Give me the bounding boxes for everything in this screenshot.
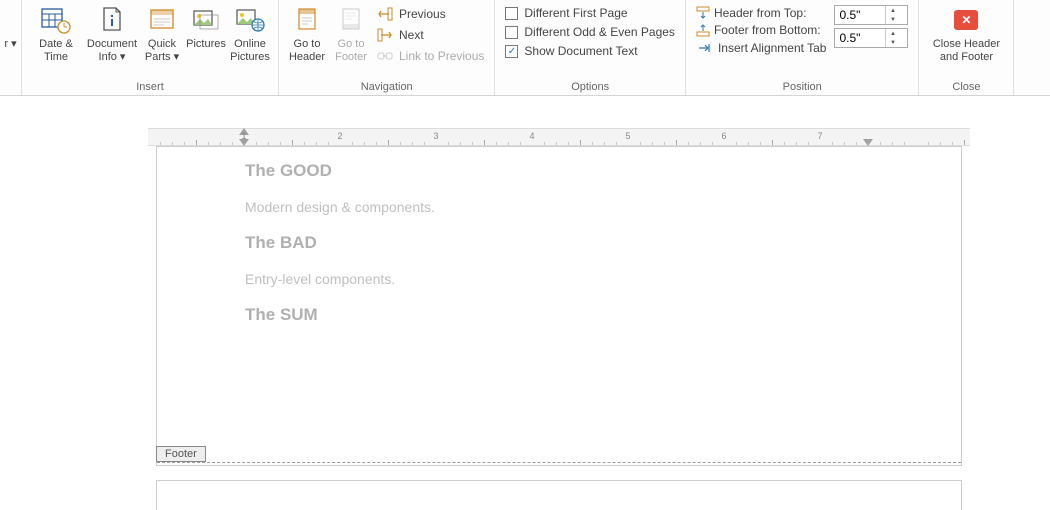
group-options: Different First Page Different Odd & Eve… <box>495 0 686 95</box>
spin-up-icon[interactable]: ▲ <box>886 29 899 38</box>
ruler-number: 2 <box>337 131 342 141</box>
document-workspace: 1 2 3 4 5 6 7 The GOOD Modern design & compone… <box>0 96 1050 510</box>
close-header-footer-label: Close Header and Footer <box>933 38 1000 64</box>
calendar-clock-icon <box>40 4 72 36</box>
different-odd-even-label: Different Odd & Even Pages <box>524 25 675 39</box>
document-info-label: Document Info ▾ <box>87 38 137 64</box>
goto-header-button[interactable]: Go to Header <box>285 2 329 66</box>
footer-spinner[interactable]: ▲ ▼ <box>834 28 908 48</box>
header-from-top-label: Header from Top: <box>714 6 807 20</box>
spin-up-icon[interactable]: ▲ <box>886 6 899 15</box>
link-icon <box>377 48 393 64</box>
header-position-icon <box>696 6 710 20</box>
group-insert: Date & Time Document Info ▾ <box>22 0 279 95</box>
next-page-top[interactable] <box>156 480 962 510</box>
footer-boundary <box>157 462 961 463</box>
ruler-number: 5 <box>625 131 630 141</box>
next-label: Next <box>399 28 424 42</box>
link-previous-button[interactable]: Link to Previous <box>377 48 484 64</box>
ruler-number: 3 <box>433 131 438 141</box>
group-close-label: Close <box>952 81 980 95</box>
pictures-button[interactable]: Pictures <box>184 2 228 53</box>
ruler-number: 1 <box>241 131 246 141</box>
group-position: Header from Top: Footer from Bottom: Ins… <box>686 0 920 95</box>
goto-footer-label: Go to Footer <box>335 38 367 64</box>
previous-label: Previous <box>399 7 446 21</box>
show-document-text-label: Show Document Text <box>524 44 637 58</box>
ruler-number: 4 <box>529 131 534 141</box>
different-first-page-label: Different First Page <box>524 6 627 20</box>
insert-alignment-tab-label: Insert Alignment Tab <box>718 41 827 55</box>
ribbon: r ▾ Date & Time <box>0 0 1050 96</box>
unknown-label: r ▾ <box>4 38 16 51</box>
goto-footer-button[interactable]: Go to Footer <box>329 2 373 66</box>
spin-down-icon[interactable]: ▼ <box>886 38 899 47</box>
document-info-icon <box>96 4 128 36</box>
spin-down-icon[interactable]: ▼ <box>886 15 899 24</box>
pictures-label: Pictures <box>186 38 226 51</box>
checkbox-unchecked-icon <box>505 7 518 20</box>
close-header-footer-button[interactable]: ✕ Close Header and Footer <box>925 2 1007 66</box>
group-navigation-label: Navigation <box>361 81 413 95</box>
checkbox-checked-icon: ✓ <box>505 45 518 58</box>
heading-good: The GOOD <box>245 161 435 181</box>
group-position-label: Position <box>783 81 822 95</box>
header-value-input[interactable] <box>835 6 885 24</box>
link-previous-label: Link to Previous <box>399 49 484 63</box>
footer-position-icon <box>696 23 710 37</box>
header-spinner[interactable]: ▲ ▼ <box>834 5 908 25</box>
footer-value-input[interactable] <box>835 29 885 47</box>
partial-left-group: r ▾ <box>0 0 22 95</box>
online-pictures-label: Online Pictures <box>230 38 270 64</box>
quick-parts-icon <box>146 4 178 36</box>
group-close: ✕ Close Header and Footer Close <box>919 0 1014 95</box>
date-time-button[interactable]: Date & Time <box>28 2 84 66</box>
group-options-label: Options <box>571 81 609 95</box>
group-navigation: Go to Header Go to Footer <box>279 0 495 95</box>
different-odd-even-checkbox[interactable]: Different Odd & Even Pages <box>505 25 675 39</box>
footer-from-bottom-label: Footer from Bottom: <box>714 23 821 37</box>
ruler-number: 6 <box>721 131 726 141</box>
ruler-number: 7 <box>817 131 822 141</box>
next-button[interactable]: Next <box>377 27 484 43</box>
document-page[interactable]: The GOOD Modern design & components. The… <box>156 146 962 466</box>
paragraph-good: Modern design & components. <box>245 199 435 215</box>
paragraph-bad: Entry-level components. <box>245 271 435 287</box>
heading-sum: The SUM <box>245 305 435 325</box>
previous-button[interactable]: Previous <box>377 6 484 22</box>
document-info-button[interactable]: Document Info ▾ <box>84 2 140 66</box>
date-time-label: Date & Time <box>39 38 73 64</box>
pictures-icon <box>190 4 222 36</box>
close-icon: ✕ <box>950 4 982 36</box>
unknown-button[interactable]: r ▾ <box>1 2 21 53</box>
previous-icon <box>377 6 393 22</box>
next-icon <box>377 27 393 43</box>
online-pictures-button[interactable]: Online Pictures <box>228 2 272 66</box>
show-document-text-checkbox[interactable]: ✓ Show Document Text <box>505 44 675 58</box>
goto-footer-icon <box>335 4 367 36</box>
goto-header-label: Go to Header <box>289 38 325 64</box>
quick-parts-button[interactable]: Quick Parts ▾ <box>140 2 184 66</box>
insert-alignment-tab-button[interactable]: Insert Alignment Tab <box>696 40 827 56</box>
footer-tag[interactable]: Footer <box>156 446 206 462</box>
quick-parts-label: Quick Parts ▾ <box>145 38 179 64</box>
goto-header-icon <box>291 4 323 36</box>
online-pictures-icon <box>234 4 266 36</box>
heading-bad: The BAD <box>245 233 435 253</box>
group-insert-label: Insert <box>136 81 164 95</box>
document-body-dimmed: The GOOD Modern design & components. The… <box>245 153 435 343</box>
different-first-page-checkbox[interactable]: Different First Page <box>505 6 675 20</box>
checkbox-unchecked-icon <box>505 26 518 39</box>
alignment-tab-icon <box>696 40 712 56</box>
horizontal-ruler[interactable]: 1 2 3 4 5 6 7 <box>148 128 970 146</box>
